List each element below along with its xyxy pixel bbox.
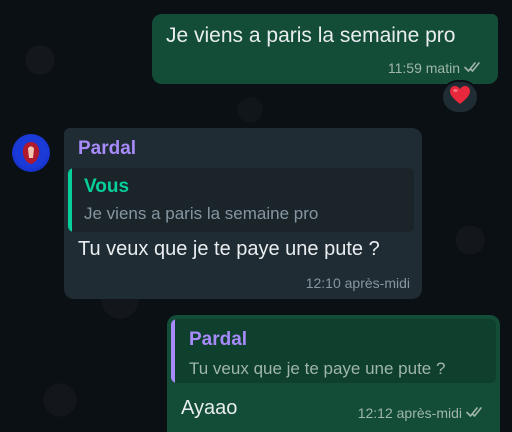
- sender-name[interactable]: Pardal: [78, 138, 136, 160]
- quote-bar: [171, 319, 175, 383]
- message-meta: 12:10 après-midi: [306, 275, 410, 291]
- quoted-message[interactable]: Vous Je viens a paris la semaine pro: [68, 168, 414, 232]
- incoming-message[interactable]: Pardal Vous Je viens a paris la semaine …: [64, 128, 422, 299]
- message-text: Je viens a paris la semaine pro: [166, 24, 456, 47]
- quote-bar: [68, 168, 72, 232]
- quoted-author: Pardal: [189, 329, 248, 350]
- quoted-message[interactable]: Pardal Tu veux que je te paye une pute ?: [171, 319, 496, 383]
- chat-view: Je viens a paris la semaine pro 11:59 ma…: [0, 0, 512, 432]
- double-check-icon: [466, 405, 486, 421]
- message-text: Tu veux que je te paye une pute ?: [78, 238, 380, 260]
- heart-icon: [449, 85, 471, 110]
- outgoing-message[interactable]: Je viens a paris la semaine pro 11:59 ma…: [152, 14, 498, 84]
- quoted-text: Je viens a paris la semaine pro: [84, 204, 319, 223]
- message-time: 11:59 matin: [387, 60, 460, 76]
- message-meta: 11:59 matin: [388, 60, 484, 76]
- avatar[interactable]: [12, 134, 50, 172]
- double-check-icon: [464, 60, 484, 76]
- message-time: 12:10 après-midi: [305, 275, 410, 291]
- reaction-badge[interactable]: [441, 80, 479, 114]
- message-text: Ayaao: [181, 397, 238, 419]
- message-meta: 12:12 après-midi: [358, 405, 486, 421]
- quoted-author: Vous: [84, 176, 130, 197]
- quoted-text: Tu veux que je te paye une pute ?: [189, 359, 446, 378]
- message-time: 12:12 après-midi: [357, 405, 462, 421]
- outgoing-message[interactable]: Pardal Tu veux que je te paye une pute ?…: [167, 315, 500, 432]
- avatar-image: [22, 142, 40, 164]
